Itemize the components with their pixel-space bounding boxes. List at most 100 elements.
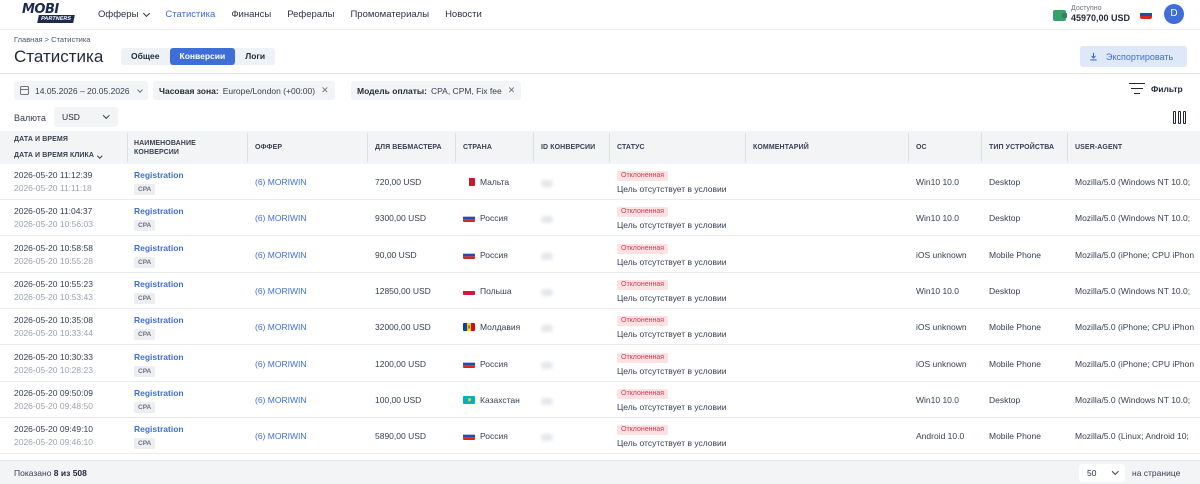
column-divider: [127, 133, 128, 162]
row-click-datetime: 2026-05-20 10:28:23: [14, 365, 93, 375]
table-row[interactable]: 2026-05-20 09:50:09 2026-05-20 09:48:50 …: [0, 382, 1200, 418]
conversion-name-link[interactable]: Registration: [134, 352, 184, 362]
balance-widget[interactable]: Доступно 45970,00 USD: [1053, 4, 1130, 24]
th-offer[interactable]: Оффер: [255, 143, 282, 152]
th-conversion-id[interactable]: ID конверсии: [541, 143, 595, 152]
conversion-name-link[interactable]: Registration: [134, 170, 184, 180]
device-type-value: Mobile Phone: [989, 431, 1041, 441]
timezone-filter-chip[interactable]: Часовая зона: Europe/London (+00:00) ✕: [153, 81, 335, 100]
os-value: Win10 10.0: [916, 177, 959, 187]
user-agent-value: Mozilla/5.0 (Windows NT 10.0;: [1075, 286, 1191, 296]
columns-settings-icon[interactable]: [1173, 111, 1187, 124]
currency-select[interactable]: USD: [54, 107, 118, 127]
th-device-type[interactable]: Тип устройства: [989, 143, 1054, 152]
conversion-id-blurred: [541, 325, 553, 332]
tab-logs[interactable]: Логи: [235, 48, 275, 65]
th-user-agent[interactable]: User-Agent: [1075, 143, 1122, 152]
column-divider: [367, 133, 368, 162]
per-page-value: 50: [1087, 468, 1097, 478]
offer-link[interactable]: (6) MORIWIN: [255, 395, 306, 405]
conversion-name-link[interactable]: Registration: [134, 315, 184, 325]
conversion-type-badge: CPA: [134, 366, 156, 377]
row-datetime: 2026-05-20 09:50:09: [14, 388, 93, 398]
os-value: Win10 10.0: [916, 395, 959, 405]
close-icon[interactable]: ✕: [321, 85, 329, 96]
th-datetime[interactable]: Дата и время: [14, 135, 68, 144]
th-comment[interactable]: Комментарий: [753, 143, 809, 152]
language-flag-ru-icon[interactable]: [1140, 10, 1152, 19]
country-flag-icon: [463, 396, 475, 404]
country-name: Россия: [480, 431, 508, 441]
status-badge: Отклоненная: [617, 424, 669, 435]
status-reason: Цель отсутствует в условии: [617, 257, 727, 267]
table-row[interactable]: 2026-05-20 10:58:58 2026-05-20 10:55:28 …: [0, 237, 1200, 273]
th-os[interactable]: ОС: [916, 143, 927, 152]
nav-referrals[interactable]: Рефералы: [287, 9, 334, 20]
country-flag-icon: [463, 323, 475, 331]
offer-link[interactable]: (6) MORIWIN: [255, 431, 306, 441]
user-avatar[interactable]: D: [1164, 4, 1184, 24]
close-icon[interactable]: ✕: [508, 85, 516, 96]
row-click-datetime: 2026-05-20 09:46:10: [14, 437, 93, 447]
status-reason: Цель отсутствует в условии: [617, 220, 727, 230]
chevron-down-icon: [102, 112, 109, 119]
table-row[interactable]: 2026-05-20 11:04:37 2026-05-20 10:56:03 …: [0, 200, 1200, 236]
webmaster-amount: 12850,00 USD: [375, 286, 431, 296]
th-status[interactable]: Статус: [617, 143, 645, 152]
device-type-value: Desktop: [989, 213, 1021, 223]
country-name: Россия: [480, 359, 508, 369]
row-datetime: 2026-05-20 10:55:23: [14, 279, 93, 289]
offer-link[interactable]: (6) MORIWIN: [255, 359, 306, 369]
status-reason: Цель отсутствует в условии: [617, 438, 727, 448]
nav-offers[interactable]: Офферы: [98, 9, 151, 20]
table-row[interactable]: 2026-05-20 11:12:39 2026-05-20 11:11:18 …: [0, 164, 1200, 200]
offer-link[interactable]: (6) MORIWIN: [255, 286, 306, 296]
offer-link[interactable]: (6) MORIWIN: [255, 177, 306, 187]
filter-button[interactable]: Фильтр: [1129, 83, 1183, 95]
payment-model-filter-chip[interactable]: Модель оплаты: CPA, CPM, Fix fee ✕: [351, 81, 522, 100]
date-range-picker[interactable]: 14.05.2026 – 20.05.2026: [14, 81, 148, 100]
nav-promo[interactable]: Промоматериалы: [350, 9, 429, 20]
table-row[interactable]: 2026-05-20 10:30:33 2026-05-20 10:28:23 …: [0, 346, 1200, 382]
th-click-datetime[interactable]: Дата и время клика: [14, 151, 103, 160]
user-agent-value: Mozilla/5.0 (iPhone; CPU iPhon: [1075, 250, 1195, 260]
status-badge: Отклоненная: [617, 243, 669, 254]
user-agent-value: Mozilla/5.0 (Windows NT 10.0;: [1075, 213, 1191, 223]
offer-link[interactable]: (6) MORIWIN: [255, 322, 306, 332]
th-conversion-name[interactable]: Наименование конверсии: [134, 139, 229, 157]
per-page-select[interactable]: 50: [1079, 464, 1125, 482]
offer-link[interactable]: (6) MORIWIN: [255, 213, 306, 223]
status-badge: Отклоненная: [617, 388, 669, 399]
nav-finances[interactable]: Финансы: [231, 9, 271, 20]
row-click-datetime: 2026-05-20 11:11:18: [14, 183, 92, 193]
offer-link[interactable]: (6) MORIWIN: [255, 250, 306, 260]
th-webmaster[interactable]: Для вебмастера: [375, 143, 442, 152]
device-type-value: Desktop: [989, 286, 1021, 296]
conversion-type-badge: CPA: [134, 184, 156, 195]
conversion-id-blurred: [541, 289, 553, 296]
tab-general[interactable]: Общее: [121, 48, 170, 65]
device-type-value: Mobile Phone: [989, 322, 1041, 332]
calendar-icon: [20, 86, 29, 95]
conversion-name-link[interactable]: Registration: [134, 388, 184, 398]
conversion-name-link[interactable]: Registration: [134, 279, 184, 289]
webmaster-amount: 9300,00 USD: [375, 213, 427, 223]
table-row[interactable]: 2026-05-20 10:35:08 2026-05-20 10:33:44 …: [0, 309, 1200, 345]
conversion-type-badge: CPA: [134, 257, 156, 268]
table-row[interactable]: 2026-05-20 09:49:10 2026-05-20 09:46:10 …: [0, 418, 1200, 454]
conversion-id-blurred: [541, 434, 553, 441]
status-reason: Цель отсутствует в условии: [617, 293, 727, 303]
nav-news[interactable]: Новости: [445, 9, 482, 20]
webmaster-amount: 32000,00 USD: [375, 322, 431, 332]
export-button[interactable]: Экспортировать: [1080, 46, 1187, 67]
conversion-name-link[interactable]: Registration: [134, 243, 184, 253]
column-divider: [981, 133, 982, 162]
brand-logo[interactable]: MOBI PARTNERS: [22, 2, 75, 27]
conversion-name-link[interactable]: Registration: [134, 206, 184, 216]
nav-statistics[interactable]: Статистика: [165, 9, 215, 20]
th-country[interactable]: Страна: [463, 143, 492, 152]
tab-conversions[interactable]: Конверсии: [169, 48, 236, 65]
table-row[interactable]: 2026-05-20 10:55:23 2026-05-20 10:53:43 …: [0, 273, 1200, 309]
conversion-type-badge: CPA: [134, 220, 156, 231]
conversion-name-link[interactable]: Registration: [134, 424, 184, 434]
